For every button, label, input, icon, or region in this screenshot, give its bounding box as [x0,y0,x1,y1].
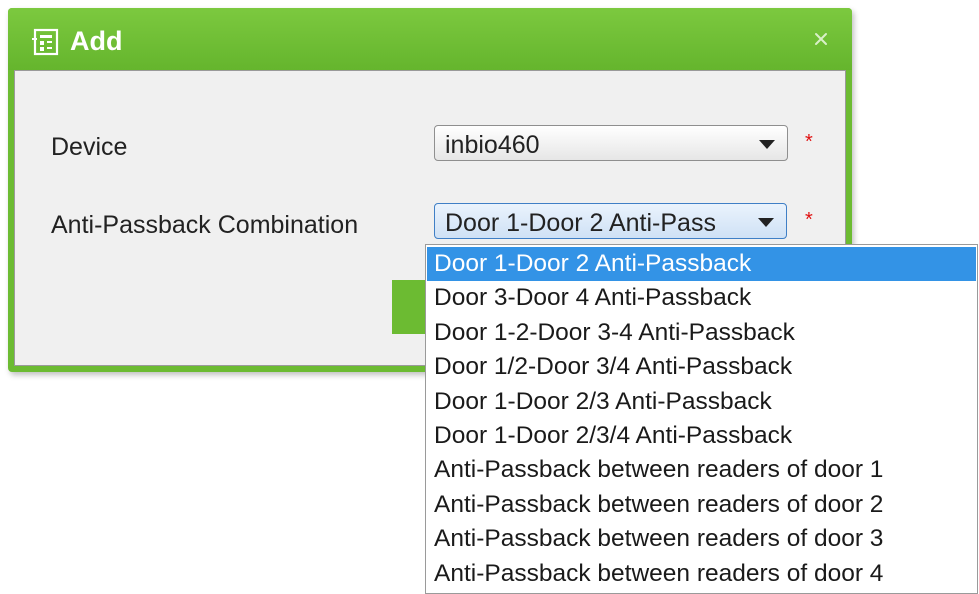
device-label: Device [51,133,128,161]
dropdown-option[interactable]: Anti-Passback between readers of door 2 [427,488,976,522]
device-select-value: inbio460 [445,131,540,159]
combination-dropdown-list: Door 1-Door 2 Anti-Passback Door 3-Door 4… [425,244,978,594]
dropdown-option[interactable]: Door 1-Door 2/3/4 Anti-Passback [427,419,976,453]
chevron-down-icon[interactable] [759,140,775,149]
combination-label: Anti-Passback Combination [51,211,359,239]
device-select[interactable]: inbio460 [434,125,788,161]
combination-select[interactable]: Door 1-Door 2 Anti-Pass [434,203,787,239]
required-mark: * [805,209,813,231]
close-icon[interactable] [812,30,830,48]
dropdown-option[interactable]: Door 1-2-Door 3-4 Anti-Passback [427,316,976,350]
required-mark: * [805,131,813,153]
dropdown-option[interactable]: Door 3-Door 4 Anti-Passback [427,281,976,315]
dropdown-option[interactable]: Door 1-Door 2 Anti-Passback [427,247,976,281]
form-add-icon [32,28,59,56]
combination-select-value: Door 1-Door 2 Anti-Pass [445,209,716,237]
chevron-down-icon[interactable] [758,218,774,227]
dropdown-option[interactable]: Door 1/2-Door 3/4 Anti-Passback [427,350,976,384]
dropdown-option[interactable]: Anti-Passback between readers of door 4 [427,557,976,591]
dropdown-option[interactable]: Door 1-Door 2/3 Anti-Passback [427,385,976,419]
dropdown-option[interactable]: Anti-Passback between readers of door 3 [427,522,976,556]
dropdown-option[interactable]: Anti-Passback between readers of door 1 [427,453,976,487]
dialog-title: Add [70,26,123,56]
dialog-titlebar[interactable]: Add [8,8,852,70]
